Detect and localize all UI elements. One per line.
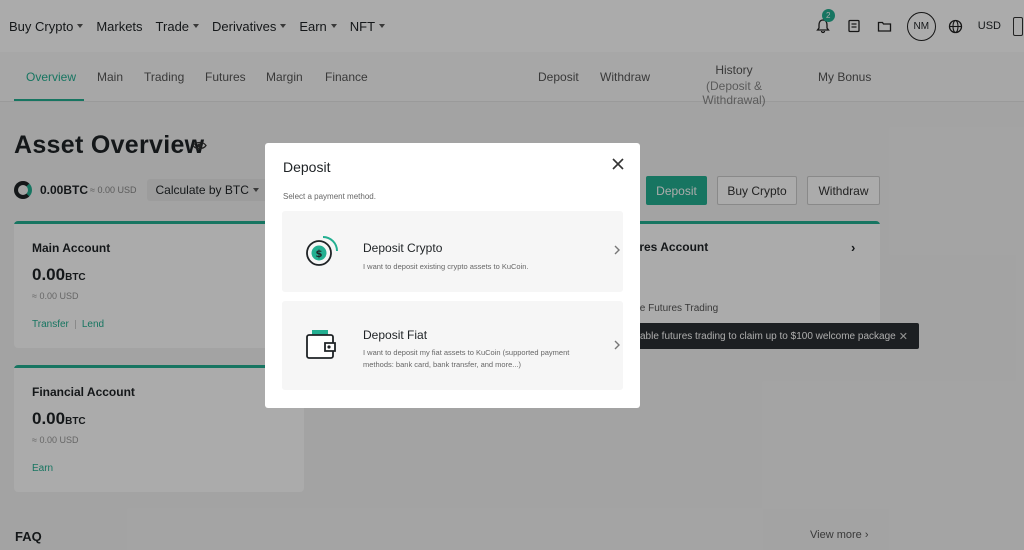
close-icon[interactable] [610,156,626,172]
option-title: Deposit Fiat [363,328,428,342]
chevron-right-icon [614,245,620,255]
option-description: I want to deposit existing crypto assets… [363,262,529,271]
modal-subtitle: Select a payment method. [283,192,376,201]
option-title: Deposit Crypto [363,241,443,255]
deposit-modal: Deposit Select a payment method. $ Depos… [265,143,640,408]
chevron-right-icon [614,340,620,350]
wallet-icon [306,330,336,359]
modal-title: Deposit [283,159,331,175]
option-description: I want to deposit my fiat assets to KuCo… [363,348,570,369]
deposit-crypto-option[interactable]: $ Deposit Crypto I want to deposit exist… [282,211,623,292]
svg-text:$: $ [316,249,323,260]
crypto-coin-icon: $ [306,236,338,266]
deposit-fiat-option[interactable]: Deposit Fiat I want to deposit my fiat a… [282,301,623,390]
